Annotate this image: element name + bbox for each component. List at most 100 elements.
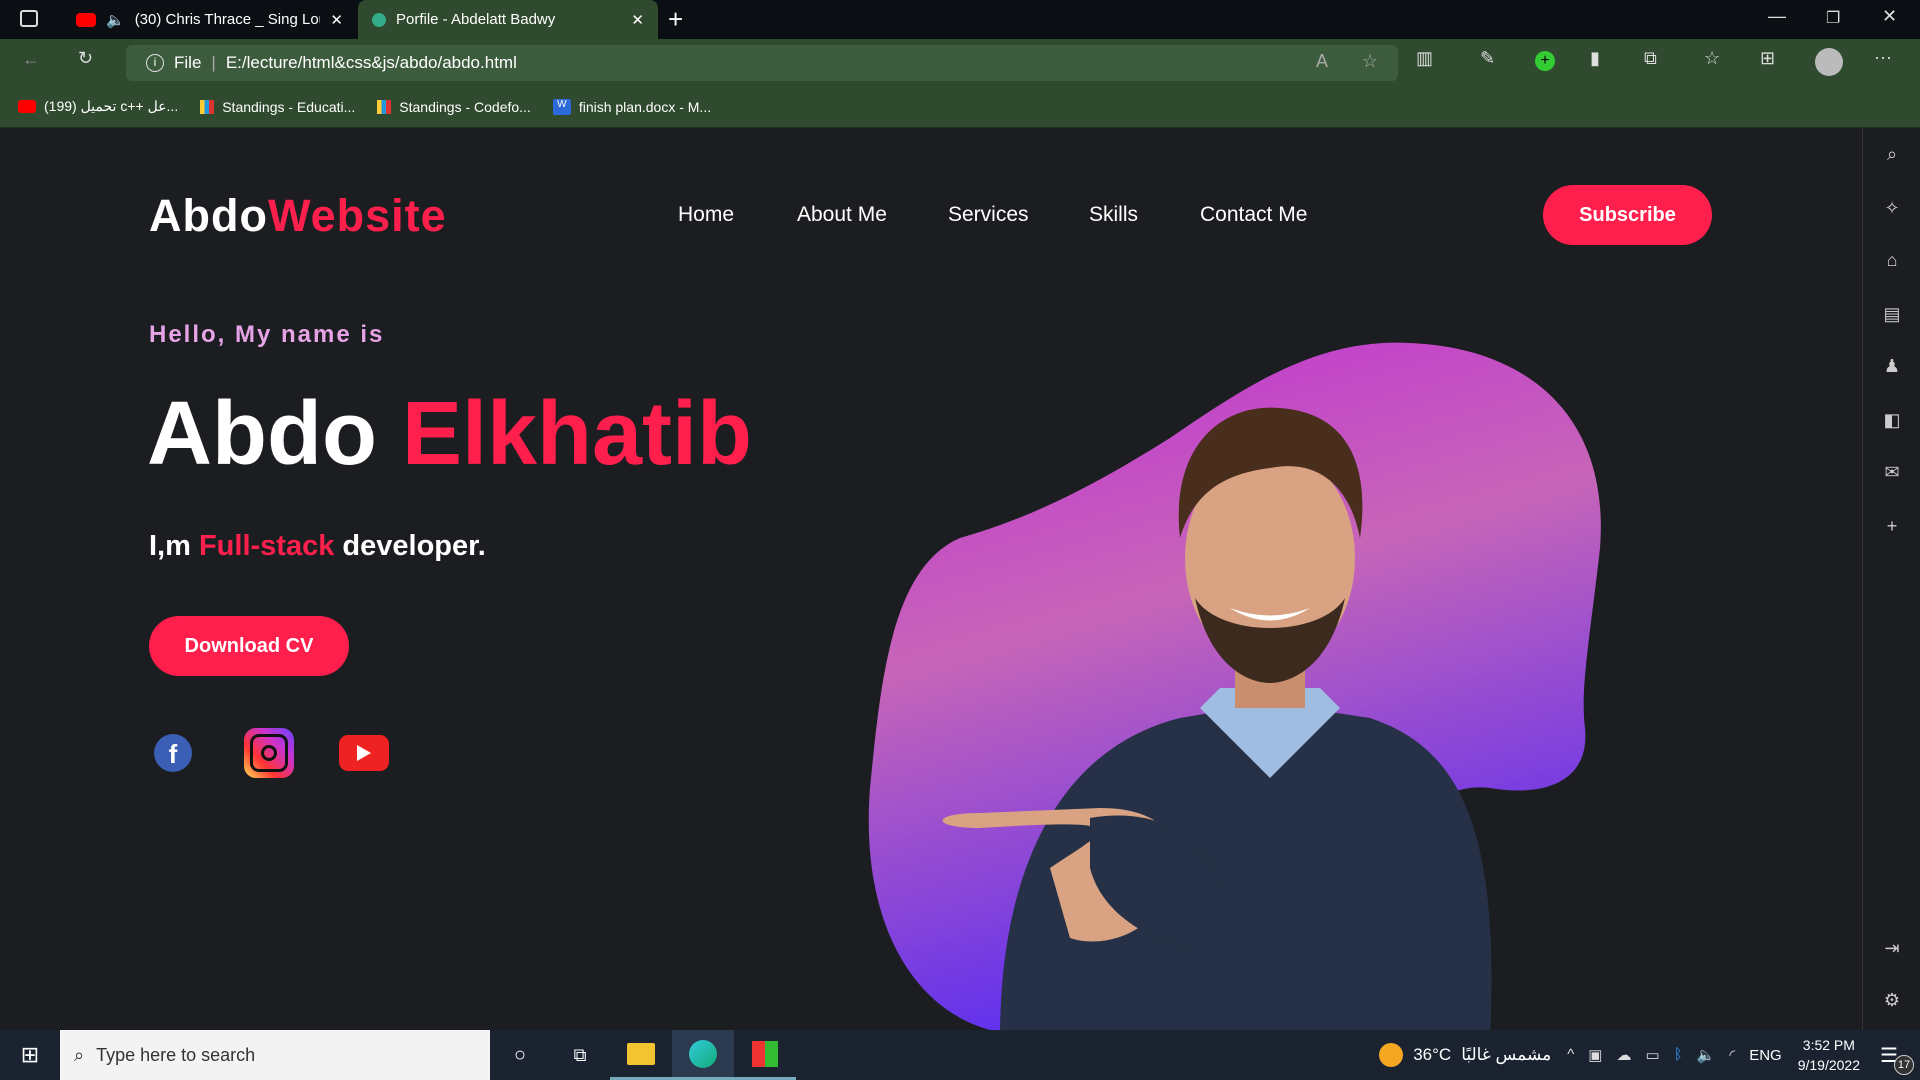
youtube-icon xyxy=(18,100,36,113)
notifications-icon[interactable]: ☰ 17 xyxy=(1880,1043,1920,1075)
bookmark-item[interactable]: Standings - Codefo... xyxy=(377,99,531,115)
bookmark-item[interactable]: Wfinish plan.docx - M... xyxy=(552,98,712,115)
tab-title: (30) Chris Thrace _ Sing Loud xyxy=(134,11,321,28)
task-view-icon[interactable]: ⧉ xyxy=(550,1045,610,1066)
address-bar[interactable]: i File | E:/lecture/html&css&js/abdo/abd… xyxy=(126,45,1398,81)
bookmark-label: Standings - Educati... xyxy=(222,98,356,115)
add-extension-icon[interactable]: + xyxy=(1535,51,1555,71)
info-icon[interactable]: i xyxy=(146,54,164,72)
close-window-button[interactable]: ✕ xyxy=(1882,6,1897,27)
weather-widget[interactable]: 36°C مشمس غالبًا xyxy=(1379,1043,1551,1067)
edge-icon[interactable] xyxy=(672,1030,734,1080)
gear-icon[interactable]: ⚙ xyxy=(1881,990,1903,1012)
volume-icon[interactable]: 🔈 xyxy=(1697,1046,1716,1064)
add-favorite-icon[interactable]: ☆ xyxy=(1362,51,1378,72)
windows-start-icon[interactable]: ⊞ xyxy=(0,1042,60,1068)
language-indicator[interactable]: ENG xyxy=(1749,1047,1782,1064)
chevron-up-icon[interactable]: ^ xyxy=(1567,1046,1574,1064)
bookmark-item[interactable]: (199) تحميل c++ عل... xyxy=(18,98,178,115)
restore-button[interactable]: ❐ xyxy=(1826,8,1840,28)
date: 9/19/2022 xyxy=(1797,1057,1860,1073)
close-icon[interactable]: ✕ xyxy=(631,11,644,29)
taskbar: ⊞ ⌕ Type here to search ○ ⧉ 36°C مشمس غالب… xyxy=(0,1030,1920,1080)
nav-about[interactable]: About Me xyxy=(797,203,887,227)
add-icon[interactable]: + xyxy=(1881,516,1903,538)
back-button[interactable]: ← xyxy=(22,49,40,70)
taskbar-search-input[interactable]: ⌕ Type here to search xyxy=(60,1030,490,1080)
youtube-icon[interactable] xyxy=(339,735,389,771)
close-icon[interactable]: ✕ xyxy=(330,11,343,29)
collections-icon[interactable]: ⊞ xyxy=(1760,48,1775,69)
office-icon[interactable]: ◧ xyxy=(1881,410,1903,432)
nav-skills[interactable]: Skills xyxy=(1089,203,1138,227)
battery-icon[interactable]: ▭ xyxy=(1645,1046,1659,1064)
bookmarks-bar: (199) تحميل c++ عل... Standings - Educat… xyxy=(0,86,1920,128)
wifi-icon[interactable]: ◜ xyxy=(1729,1046,1735,1064)
nav-home[interactable]: Home xyxy=(678,203,734,227)
hide-sidebar-icon[interactable]: ⇥ xyxy=(1881,938,1903,960)
search-icon: ⌕ xyxy=(74,1044,85,1065)
hero-name: Abdo Elkhatib xyxy=(147,384,753,484)
time: 3:52 PM xyxy=(1802,1037,1855,1053)
briefcase-icon[interactable]: ▤ xyxy=(1881,304,1903,326)
games-icon[interactable]: ♟ xyxy=(1881,356,1903,378)
profile-avatar[interactable] xyxy=(1815,48,1843,76)
tab-title: Porfile - Abdelatt Badwy xyxy=(396,11,556,28)
refresh-button[interactable]: ↻ xyxy=(78,48,93,69)
sparkle-icon[interactable]: ✧ xyxy=(1881,198,1903,220)
bookmark-label: finish plan.docx - M... xyxy=(578,98,712,115)
facebook-icon[interactable]: f xyxy=(154,734,192,772)
read-aloud-icon[interactable]: A xyxy=(1316,51,1328,72)
word-icon: W xyxy=(552,98,571,115)
cortana-icon[interactable]: ○ xyxy=(490,1044,550,1067)
tab-youtube[interactable]: 🔈 (30) Chris Thrace _ Sing Loud ✕ xyxy=(62,0,357,39)
tab-bar: 🔈 (30) Chris Thrace _ Sing Loud ✕ Porfil… xyxy=(0,0,1920,39)
new-tab-button[interactable]: + xyxy=(668,4,683,35)
search-placeholder: Type here to search xyxy=(96,1044,256,1065)
extension-icon[interactable]: ▥ xyxy=(1416,48,1433,69)
tag-icon[interactable]: ⌂ xyxy=(1881,250,1903,272)
bookmark-label: Standings - Codefo... xyxy=(399,98,531,115)
file-explorer-icon[interactable] xyxy=(610,1030,672,1080)
pen-icon[interactable]: ✎ xyxy=(1480,48,1495,69)
download-cv-button[interactable]: Download CV xyxy=(149,616,349,676)
weather-desc: مشمس غالبًا xyxy=(1461,1045,1552,1064)
weather-temp: 36°C xyxy=(1413,1045,1452,1064)
instagram-icon[interactable] xyxy=(244,728,294,778)
speaker-icon[interactable]: 🔈 xyxy=(106,11,125,29)
tab-profile[interactable]: Porfile - Abdelatt Badwy ✕ xyxy=(358,0,658,39)
webpage: AbdoWebsite Home About Me Services Skill… xyxy=(0,128,1862,1030)
scheme-label: File xyxy=(174,53,202,72)
hero-tagline: I,m Full-stack developer. xyxy=(149,530,486,562)
bookmark-label: (199) تحميل c++ عل... xyxy=(44,98,179,114)
notification-count: 17 xyxy=(1894,1054,1914,1075)
bluetooth-icon[interactable]: ᛒ xyxy=(1674,1046,1683,1064)
outlook-icon[interactable]: ✉ xyxy=(1881,462,1903,484)
divider: | xyxy=(211,53,216,72)
more-menu-icon[interactable]: ··· xyxy=(1874,47,1892,68)
hero-illustration xyxy=(868,342,1601,1030)
site-logo[interactable]: AbdoWebsite xyxy=(149,190,447,242)
minimize-button[interactable]: — xyxy=(1768,6,1786,27)
url-text[interactable]: E:/lecture/html&css&js/abdo/abdo.html xyxy=(226,53,517,73)
edge-sidebar: ⌕ ✧ ⌂ ▤ ♟ ◧ ✉ + ⇥ ⚙ xyxy=(1862,128,1920,1030)
greeting-text: Hello, My name is xyxy=(149,321,385,348)
youtube-icon xyxy=(76,12,96,27)
tab-actions-icon[interactable] xyxy=(20,10,38,27)
search-icon[interactable]: ⌕ xyxy=(1881,144,1903,166)
nav-contact[interactable]: Contact Me xyxy=(1200,203,1307,227)
stats-icon[interactable]: ▮ xyxy=(1590,48,1600,69)
store-icon[interactable] xyxy=(734,1030,796,1080)
bookmark-item[interactable]: Standings - Educati... xyxy=(200,99,355,115)
favorites-icon[interactable]: ☆ xyxy=(1704,48,1720,69)
weather-icon xyxy=(1379,1043,1404,1067)
nav-services[interactable]: Services xyxy=(948,203,1029,227)
subscribe-button[interactable]: Subscribe xyxy=(1543,185,1712,245)
globe-icon xyxy=(372,12,386,27)
chart-icon xyxy=(377,99,392,114)
extensions-icon[interactable]: ⧉ xyxy=(1644,48,1657,69)
clock[interactable]: 3:52 PM 9/19/2022 xyxy=(1798,1035,1860,1075)
onedrive-icon[interactable]: ☁ xyxy=(1616,1046,1631,1064)
meet-icon[interactable]: ▣ xyxy=(1588,1046,1602,1064)
chart-icon xyxy=(200,99,215,114)
